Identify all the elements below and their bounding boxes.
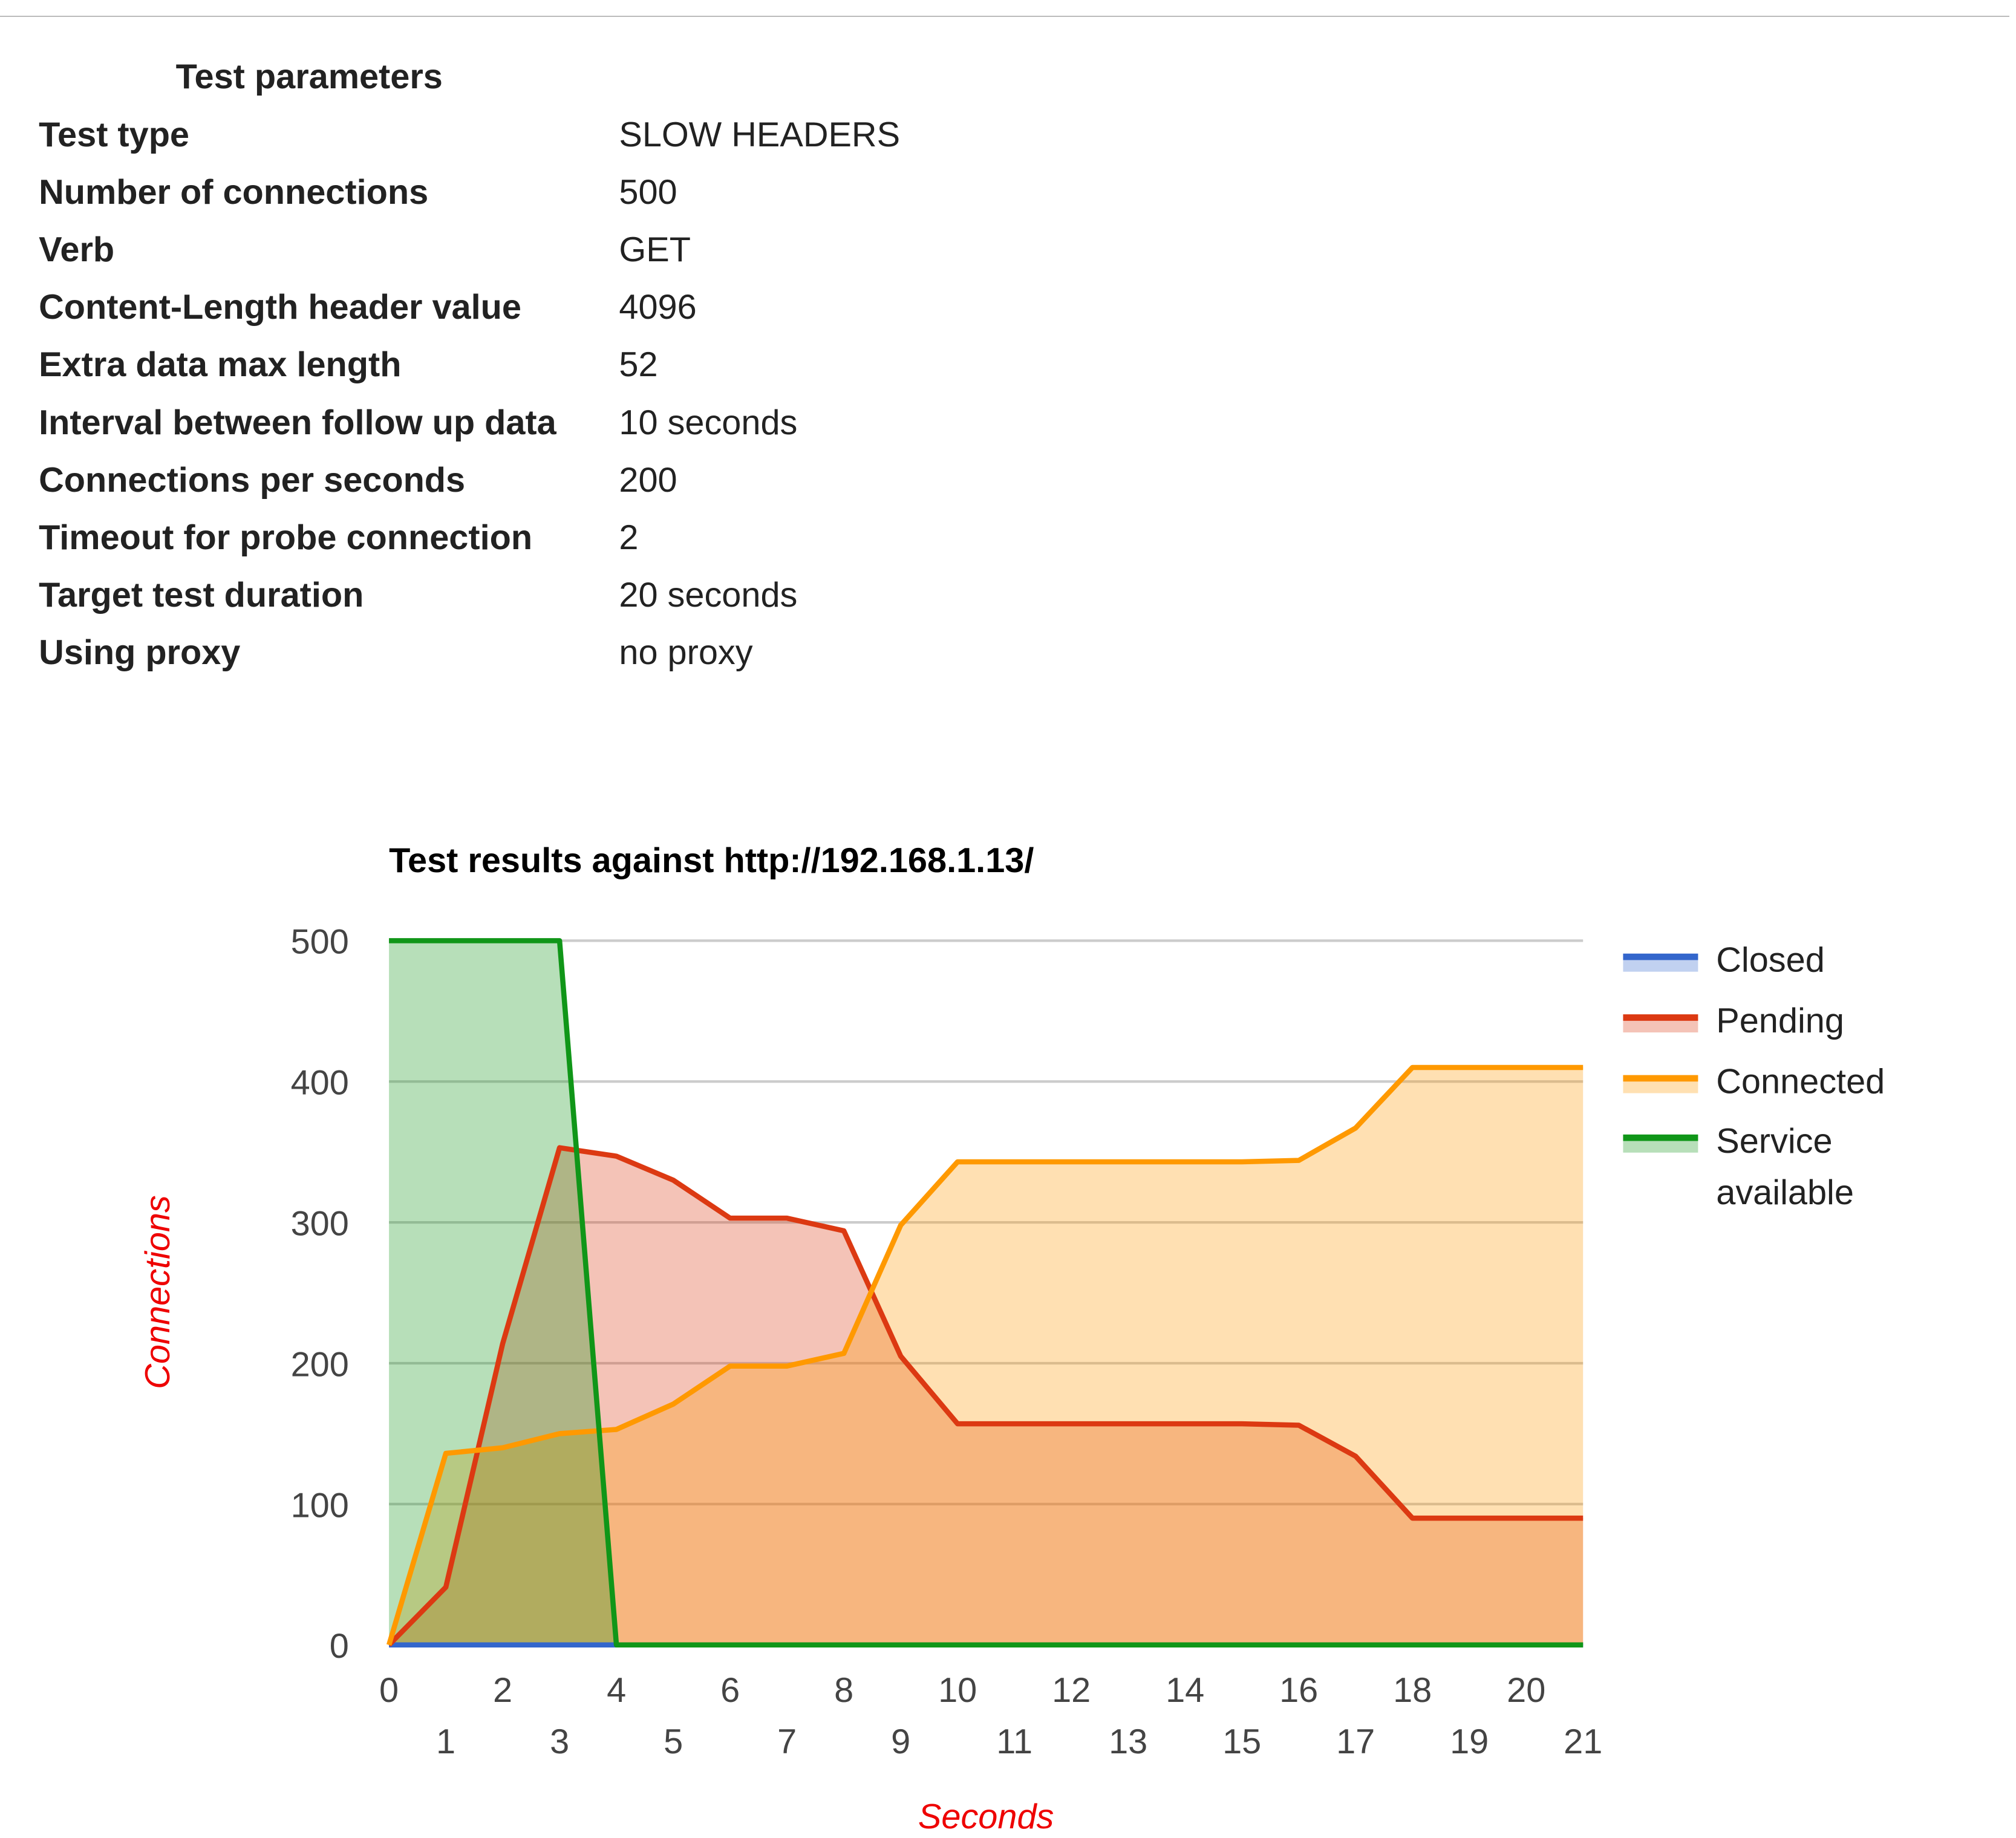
x-tick-label: 19 xyxy=(1450,1722,1489,1761)
x-tick-label: 17 xyxy=(1336,1722,1375,1761)
x-tick-label: 9 xyxy=(891,1722,910,1761)
x-axis-label: Seconds xyxy=(918,1797,1054,1836)
x-tick-label: 20 xyxy=(1507,1671,1545,1710)
x-tick-label: 21 xyxy=(1564,1722,1602,1761)
legend-swatch-line xyxy=(1623,1075,1698,1082)
y-tick-label: 300 xyxy=(291,1204,349,1243)
x-tick-label: 18 xyxy=(1393,1671,1432,1710)
x-tick-label: 5 xyxy=(664,1722,683,1761)
legend-swatch-line xyxy=(1623,1134,1698,1141)
y-axis-label: Connections xyxy=(139,1195,177,1389)
legend-swatch-line xyxy=(1623,953,1698,960)
x-tick-label: 13 xyxy=(1109,1722,1147,1761)
y-tick-label: 500 xyxy=(291,923,349,962)
x-tick-label: 16 xyxy=(1279,1671,1318,1710)
legend-label: available xyxy=(1716,1173,1854,1212)
x-tick-label: 4 xyxy=(607,1671,626,1710)
x-tick-label: 8 xyxy=(834,1671,853,1710)
x-tick-label: 14 xyxy=(1166,1671,1204,1710)
x-tick-label: 11 xyxy=(996,1722,1032,1761)
x-tick-label: 1 xyxy=(436,1722,455,1761)
x-tick-label: 12 xyxy=(1052,1671,1091,1710)
legend-swatch-line xyxy=(1623,1014,1698,1021)
chart-title: Test results against http://192.168.1.13… xyxy=(389,841,1034,880)
y-tick-label: 400 xyxy=(291,1064,349,1103)
y-tick-label: 0 xyxy=(330,1627,349,1666)
legend-label: Connected xyxy=(1716,1062,1885,1101)
results-chart: Test results against http://192.168.1.13… xyxy=(139,841,1885,1836)
x-tick-label: 7 xyxy=(777,1722,797,1761)
legend-label: Service xyxy=(1716,1122,1832,1161)
y-tick-label: 200 xyxy=(291,1345,349,1384)
x-tick-label: 15 xyxy=(1222,1722,1261,1761)
y-tick-label: 100 xyxy=(291,1486,349,1525)
legend-label: Pending xyxy=(1716,1002,1844,1040)
legend-label: Closed xyxy=(1716,941,1825,980)
page: Test parameters Test type SLOW HEADERS Num… xyxy=(0,0,2016,1837)
x-tick-label: 2 xyxy=(493,1671,512,1710)
x-tick-label: 6 xyxy=(720,1671,740,1710)
x-tick-label: 3 xyxy=(550,1722,569,1761)
x-tick-label: 10 xyxy=(938,1671,977,1710)
x-tick-label: 0 xyxy=(379,1671,399,1710)
